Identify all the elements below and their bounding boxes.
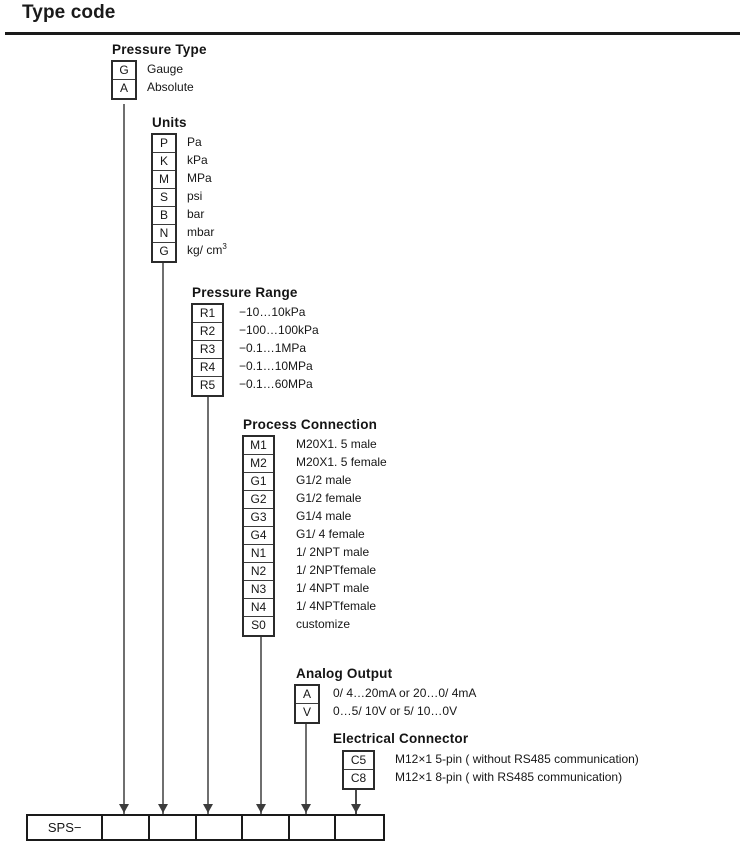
- result-prefix: SPS−: [28, 816, 104, 839]
- option-desc: Absolute: [147, 80, 194, 94]
- code-box[interactable]: N2: [244, 563, 273, 581]
- code-box[interactable]: G4: [244, 527, 273, 545]
- code-box[interactable]: G: [113, 62, 135, 80]
- code-stack-analog-output: A V: [294, 684, 320, 724]
- option-desc: 1/ 4NPTfemale: [296, 599, 377, 613]
- type-code-result-bar: SPS−: [26, 814, 385, 841]
- connector-line-pressure-range: [207, 393, 209, 821]
- code-box[interactable]: C8: [344, 770, 373, 788]
- option-desc: G1/2 male: [296, 473, 352, 487]
- option-desc: −0.1…60MPa: [239, 377, 313, 391]
- code-box[interactable]: N4: [244, 599, 273, 617]
- code-box[interactable]: N1: [244, 545, 273, 563]
- option-desc: Gauge: [147, 62, 184, 76]
- code-box[interactable]: N: [153, 225, 175, 243]
- result-slot-process-connection[interactable]: [243, 816, 290, 839]
- code-box[interactable]: R2: [193, 323, 222, 341]
- code-box[interactable]: K: [153, 153, 175, 171]
- group-title-process-connection: Process Connection: [243, 417, 378, 432]
- option-desc: M12×1 8-pin ( with RS485 communication): [395, 770, 623, 784]
- option-desc: 1/ 4NPT male: [296, 581, 370, 595]
- option-desc: mbar: [187, 225, 215, 239]
- code-box[interactable]: B: [153, 207, 175, 225]
- code-box[interactable]: M: [153, 171, 175, 189]
- type-code-diagram: Type code Pressure Type G A Gauge Absolu…: [0, 0, 750, 847]
- code-box[interactable]: S0: [244, 617, 273, 635]
- option-desc: −0.1…1MPa: [239, 341, 307, 355]
- code-box[interactable]: V: [296, 704, 318, 722]
- option-desc: bar: [187, 207, 205, 221]
- group-title-units: Units: [152, 115, 187, 130]
- page-title: Type code: [22, 2, 116, 23]
- code-box[interactable]: N3: [244, 581, 273, 599]
- code-box[interactable]: G2: [244, 491, 273, 509]
- option-desc: customize: [296, 617, 351, 631]
- connector-line-pressure-type: [123, 104, 125, 821]
- result-slot-units[interactable]: [150, 816, 197, 839]
- option-desc: Pa: [187, 135, 202, 149]
- group-title-electrical-connector: Electrical Connector: [333, 731, 469, 746]
- code-stack-process-connection: M1 M2 G1 G2 G3 G4 N1 N2 N3 N4 S0: [242, 435, 275, 637]
- code-box[interactable]: R5: [193, 377, 222, 395]
- option-desc: −100…100kPa: [239, 323, 319, 337]
- arrow-head-pressure-range: [203, 804, 213, 813]
- code-box[interactable]: M1: [244, 437, 273, 455]
- group-title-analog-output: Analog Output: [296, 666, 393, 681]
- connector-line-units: [162, 259, 164, 821]
- code-box[interactable]: P: [153, 135, 175, 153]
- option-desc: M12×1 5-pin ( without RS485 communicatio…: [395, 752, 639, 766]
- code-box[interactable]: A: [296, 686, 318, 704]
- code-box[interactable]: R4: [193, 359, 222, 377]
- option-desc: MPa: [187, 171, 212, 185]
- option-desc: 0/ 4…20mA or 20…0/ 4mA: [333, 686, 477, 700]
- title-divider: [5, 32, 740, 35]
- option-desc: G1/2 female: [296, 491, 362, 505]
- code-stack-electrical-connector: C5 C8: [342, 750, 375, 790]
- result-slot-pressure-range[interactable]: [197, 816, 244, 839]
- code-stack-pressure-range: R1 R2 R3 R4 R5: [191, 303, 224, 397]
- result-slot-electrical-connector[interactable]: [336, 816, 383, 839]
- option-desc: psi: [187, 189, 203, 203]
- code-box[interactable]: G3: [244, 509, 273, 527]
- code-stack-pressure-type: G A: [111, 60, 137, 100]
- option-desc: 1/ 2NPT male: [296, 545, 370, 559]
- code-box[interactable]: R1: [193, 305, 222, 323]
- result-slot-analog-output[interactable]: [290, 816, 337, 839]
- code-box[interactable]: S: [153, 189, 175, 207]
- code-stack-units: P K M S B N G: [151, 133, 177, 263]
- arrow-head-units: [158, 804, 168, 813]
- option-desc: 1/ 2NPTfemale: [296, 563, 377, 577]
- code-box[interactable]: G: [153, 243, 175, 261]
- result-slot-pressure-type[interactable]: [103, 816, 150, 839]
- option-desc: 0…5/ 10V or 5/ 10…0V: [333, 704, 458, 718]
- option-desc: M20X1. 5 male: [296, 437, 377, 451]
- group-title-pressure-range: Pressure Range: [192, 285, 298, 300]
- code-box[interactable]: R3: [193, 341, 222, 359]
- code-box[interactable]: C5: [344, 752, 373, 770]
- option-desc-superscript: 3: [222, 242, 227, 251]
- option-desc: G1/ 4 female: [296, 527, 365, 541]
- connector-line-process-connection: [260, 634, 262, 821]
- option-desc: −10…10kPa: [239, 305, 306, 319]
- code-box[interactable]: M2: [244, 455, 273, 473]
- code-box[interactable]: G1: [244, 473, 273, 491]
- option-desc: M20X1. 5 female: [296, 455, 387, 469]
- option-desc: kg/ cm3: [187, 241, 227, 259]
- arrow-head-analog-output: [301, 804, 311, 813]
- option-desc: −0.1…10MPa: [239, 359, 313, 373]
- option-desc: G1/4 male: [296, 509, 352, 523]
- option-desc-text: kg/ cm: [187, 243, 223, 257]
- arrow-head-process-connection: [256, 804, 266, 813]
- arrow-head-pressure-type: [119, 804, 129, 813]
- code-box[interactable]: A: [113, 80, 135, 98]
- group-title-pressure-type: Pressure Type: [112, 42, 207, 57]
- arrow-head-electrical-connector: [351, 804, 361, 813]
- option-desc: kPa: [187, 153, 208, 167]
